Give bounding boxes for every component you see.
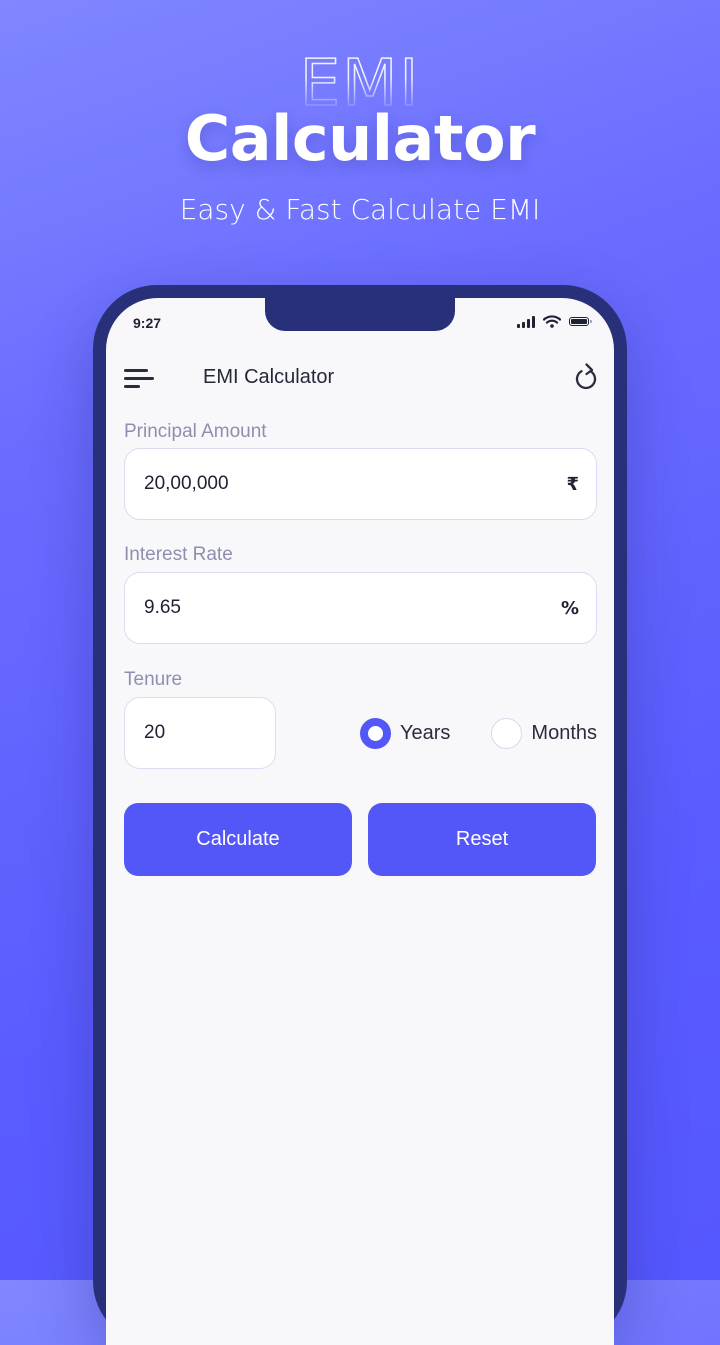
- calculate-button[interactable]: Calculate: [124, 803, 352, 876]
- menu-icon[interactable]: [124, 366, 158, 392]
- radio-months-indicator[interactable]: [491, 718, 523, 749]
- app-title: EMI Calculator: [203, 366, 335, 388]
- tenure-label: Tenure: [124, 669, 183, 690]
- radio-years-label: Years: [399, 722, 451, 744]
- phone-notch: [265, 298, 455, 331]
- status-time: 9:27: [133, 315, 162, 331]
- interest-label: Interest Rate: [124, 544, 233, 565]
- status-icons: [517, 315, 592, 328]
- refresh-icon[interactable]: [572, 362, 600, 392]
- radio-years[interactable]: Years: [359, 718, 451, 749]
- interest-input[interactable]: [144, 597, 561, 619]
- promo-subtitle: Easy & Fast Calculate EMI: [179, 193, 541, 226]
- signal-icon: [517, 315, 535, 328]
- principal-field[interactable]: ₹: [124, 448, 597, 520]
- tenure-field[interactable]: [124, 697, 276, 769]
- tenure-input[interactable]: [144, 722, 258, 744]
- app-bar: EMI Calculator: [106, 358, 614, 398]
- phone-screen: 9:27 EMI Calculator Principal Amount 20,…: [106, 298, 614, 1345]
- wifi-icon: [543, 315, 561, 328]
- percent-icon: %: [560, 597, 579, 619]
- radio-months-label: Months: [531, 722, 597, 744]
- radio-months[interactable]: Months: [491, 718, 597, 749]
- interest-field[interactable]: %: [124, 572, 597, 644]
- tenure-unit-group: Years Months: [359, 718, 597, 749]
- principal-label: Principal Amount: [124, 421, 267, 442]
- rupee-icon: ₹: [566, 473, 579, 495]
- radio-years-indicator[interactable]: [359, 718, 391, 749]
- battery-icon: [569, 317, 592, 326]
- phone-frame: 9:27 EMI Calculator Principal Amount 20,…: [93, 285, 627, 1345]
- promo-title: Calculator: [184, 102, 536, 175]
- principal-input[interactable]: [144, 473, 567, 495]
- reset-button[interactable]: Reset: [368, 803, 596, 876]
